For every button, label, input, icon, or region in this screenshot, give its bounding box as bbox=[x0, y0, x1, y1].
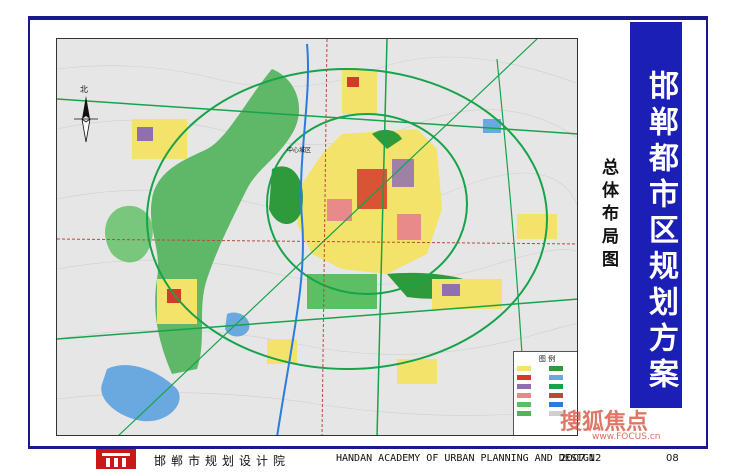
map-canvas bbox=[57, 39, 577, 435]
legend-title: 图 例 bbox=[538, 355, 556, 363]
drawing-date: 2007.12 bbox=[560, 453, 602, 464]
west-forest-patch bbox=[105, 205, 153, 263]
legend-swatch-park bbox=[517, 402, 531, 407]
town-north-core bbox=[347, 77, 359, 87]
compass-icon bbox=[74, 96, 98, 143]
sheet-subtitle: 总体布局图 bbox=[598, 158, 618, 273]
plan-title: 邯郸都市区规划方案 bbox=[643, 70, 678, 394]
legend-swatch-industrial bbox=[517, 384, 531, 389]
legend-swatch-residential bbox=[517, 366, 531, 371]
legend-swatch-green bbox=[549, 366, 563, 371]
master-plan-map[interactable]: 中心城区 图 例 北 bbox=[56, 38, 578, 436]
watermark-url: www.FOCUS.cn bbox=[592, 432, 661, 442]
town-southeast-industry bbox=[442, 284, 460, 296]
legend-swatch-road bbox=[549, 384, 563, 389]
town-east bbox=[517, 214, 557, 239]
legend-row bbox=[517, 375, 577, 381]
landmark-label: 中心城区 bbox=[287, 147, 312, 154]
north-arrow: 北 bbox=[71, 85, 101, 144]
legend-swatch-mixed bbox=[517, 393, 531, 398]
city-residential-block-east bbox=[397, 214, 421, 240]
legend-row bbox=[517, 393, 577, 399]
legend-swatch-water bbox=[549, 375, 563, 380]
sheet-number: 08 bbox=[666, 453, 679, 464]
institute-logo-icon bbox=[96, 449, 136, 469]
title-block-footer: 邯郸市规划设计院 HANDAN ACADEMY OF URBAN PLANNIN… bbox=[28, 449, 708, 471]
legend-row bbox=[517, 366, 577, 372]
legend-row bbox=[517, 384, 577, 390]
institute-name-cn: 邯郸市规划设计院 bbox=[154, 454, 291, 468]
legend-swatch-commercial bbox=[517, 375, 531, 380]
town-north bbox=[342, 69, 377, 114]
legend-swatch-forest bbox=[517, 411, 531, 416]
institute-name-en: HANDAN ACADEMY OF URBAN PLANNING AND DES… bbox=[336, 453, 595, 464]
legend-swatch-railway bbox=[549, 393, 563, 398]
town-northwest-industry bbox=[137, 127, 153, 141]
